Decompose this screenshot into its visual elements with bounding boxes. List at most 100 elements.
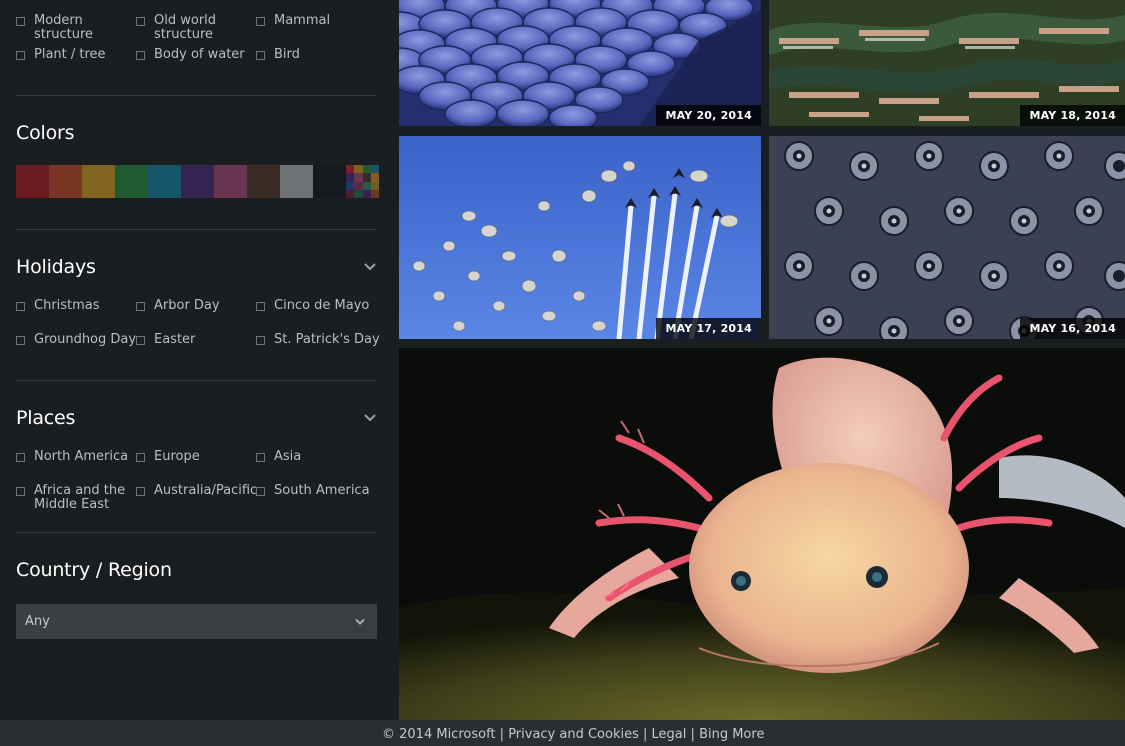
- page-footer: © 2014 Microsoft | Privacy and Cookies |…: [0, 720, 1125, 746]
- checkbox-body-of-water[interactable]: Body of water: [136, 48, 254, 62]
- multicolor-cell: [370, 165, 379, 174]
- color-swatch[interactable]: [115, 165, 148, 198]
- color-swatch[interactable]: [82, 165, 115, 198]
- checkbox-box[interactable]: [16, 51, 25, 60]
- color-swatches: [16, 165, 379, 198]
- wallpaper-tile[interactable]: MAY 17, 2014: [399, 136, 761, 339]
- checkbox-label: St. Patrick's Day: [274, 332, 380, 347]
- checkbox-cinco-de-mayo[interactable]: Cinco de Mayo: [256, 299, 384, 313]
- image-date: MAY 20, 2014: [656, 105, 761, 126]
- footer-separator: |: [690, 727, 695, 742]
- footer-separator: |: [643, 727, 648, 742]
- chevron-down-icon[interactable]: [363, 260, 377, 274]
- checkbox-box[interactable]: [256, 302, 265, 311]
- country-region-title: Country / Region: [16, 559, 172, 581]
- checkbox-mammal[interactable]: Mammal: [256, 14, 374, 28]
- checkbox-arbor-day[interactable]: Arbor Day: [136, 299, 254, 313]
- checkbox-label: Plant / tree: [34, 47, 106, 62]
- section-divider: [16, 380, 377, 381]
- section-divider: [16, 95, 377, 96]
- checkbox-box[interactable]: [136, 336, 145, 345]
- colors-title: Colors: [16, 122, 75, 144]
- checkbox-africa-middle-east[interactable]: Africa and the Middle East: [16, 484, 130, 512]
- copyright-text: © 2014 Microsoft: [382, 727, 496, 742]
- checkbox-label: Asia: [274, 449, 302, 464]
- checkbox-label: Arbor Day: [154, 298, 220, 313]
- color-swatch[interactable]: [280, 165, 313, 198]
- color-swatch[interactable]: [16, 165, 49, 198]
- checkbox-europe[interactable]: Europe: [136, 450, 254, 464]
- checkbox-label: Christmas: [34, 298, 100, 313]
- multicolor-cell: [346, 173, 355, 182]
- wallpaper-tile[interactable]: MAY 18, 2014: [769, 0, 1125, 126]
- holidays-title: Holidays: [16, 256, 96, 278]
- checkbox-north-america[interactable]: North America: [16, 450, 134, 464]
- wallpaper-tile[interactable]: MAY 16, 2014: [769, 136, 1125, 339]
- checkbox-box[interactable]: [136, 302, 145, 311]
- multicolor-cell: [362, 181, 371, 190]
- checkbox-box[interactable]: [136, 17, 145, 26]
- checkbox-st-patricks-day[interactable]: St. Patrick's Day: [256, 333, 384, 347]
- checkbox-label: North America: [34, 449, 129, 464]
- checkbox-box[interactable]: [256, 51, 265, 60]
- checkbox-box[interactable]: [136, 51, 145, 60]
- checkbox-australia-pacific[interactable]: Australia/Pacific: [136, 484, 257, 498]
- footer-separator: |: [499, 727, 505, 742]
- multicolor-cell: [354, 165, 363, 174]
- privacy-link[interactable]: Privacy and Cookies: [508, 727, 639, 742]
- multicolor-cell: [346, 181, 355, 190]
- wallpaper-tile[interactable]: MAY 20, 2014: [399, 0, 761, 126]
- checkbox-box[interactable]: [256, 453, 265, 462]
- checkbox-old-world-structure[interactable]: Old world structure: [136, 14, 254, 42]
- bing-more-link[interactable]: Bing More: [699, 727, 764, 742]
- places-title: Places: [16, 407, 76, 429]
- checkbox-bird[interactable]: Bird: [256, 48, 374, 62]
- multicolor-cell: [346, 189, 355, 198]
- multicolor-cell: [354, 173, 363, 182]
- multicolor-cell: [354, 189, 363, 198]
- checkbox-box[interactable]: [136, 453, 145, 462]
- select-value: Any: [25, 614, 50, 629]
- multicolor-cell: [370, 181, 379, 190]
- checkbox-box[interactable]: [16, 453, 25, 462]
- checkbox-label: Body of water: [154, 47, 245, 62]
- checkbox-asia[interactable]: Asia: [256, 450, 374, 464]
- color-swatch[interactable]: [49, 165, 82, 198]
- axolotl-image: [399, 348, 1125, 720]
- image-date: MAY 18, 2014: [1020, 105, 1125, 126]
- checkbox-modern-structure[interactable]: Modern structure: [16, 14, 134, 42]
- checkbox-label: Bird: [274, 47, 300, 62]
- checkbox-box[interactable]: [256, 17, 265, 26]
- color-swatch[interactable]: [214, 165, 247, 198]
- checkbox-box[interactable]: [256, 487, 265, 496]
- color-swatch[interactable]: [148, 165, 181, 198]
- multicolor-cell: [362, 189, 371, 198]
- checkbox-easter[interactable]: Easter: [136, 333, 254, 347]
- legal-link[interactable]: Legal: [652, 727, 687, 742]
- checkbox-south-america[interactable]: South America: [256, 484, 384, 498]
- color-swatch[interactable]: [181, 165, 214, 198]
- checkbox-label: South America: [274, 483, 370, 498]
- color-swatch[interactable]: [247, 165, 280, 198]
- checkbox-box[interactable]: [16, 17, 25, 26]
- checkbox-groundhog-day[interactable]: Groundhog Day: [16, 333, 138, 347]
- checkbox-plant-tree[interactable]: Plant / tree: [16, 48, 134, 62]
- featured-wallpaper[interactable]: [399, 348, 1125, 720]
- checkbox-box[interactable]: [136, 487, 145, 496]
- chevron-down-icon[interactable]: [363, 411, 377, 425]
- checkbox-label: Africa and the Middle East: [34, 483, 126, 512]
- checkbox-box[interactable]: [256, 336, 265, 345]
- section-divider: [16, 532, 377, 533]
- multicolor-cell: [370, 189, 379, 198]
- color-swatch[interactable]: [313, 165, 346, 198]
- color-swatch-multicolor[interactable]: [346, 165, 379, 198]
- checkbox-christmas[interactable]: Christmas: [16, 299, 134, 313]
- image-date: MAY 17, 2014: [656, 318, 761, 339]
- image-date: MAY 16, 2014: [1020, 318, 1125, 339]
- checkbox-label: Old world structure: [154, 13, 217, 42]
- checkbox-box[interactable]: [16, 487, 25, 496]
- checkbox-box[interactable]: [16, 302, 25, 311]
- country-region-select[interactable]: Any: [16, 604, 377, 639]
- jets-sky-image: [399, 136, 761, 339]
- checkbox-box[interactable]: [16, 336, 25, 345]
